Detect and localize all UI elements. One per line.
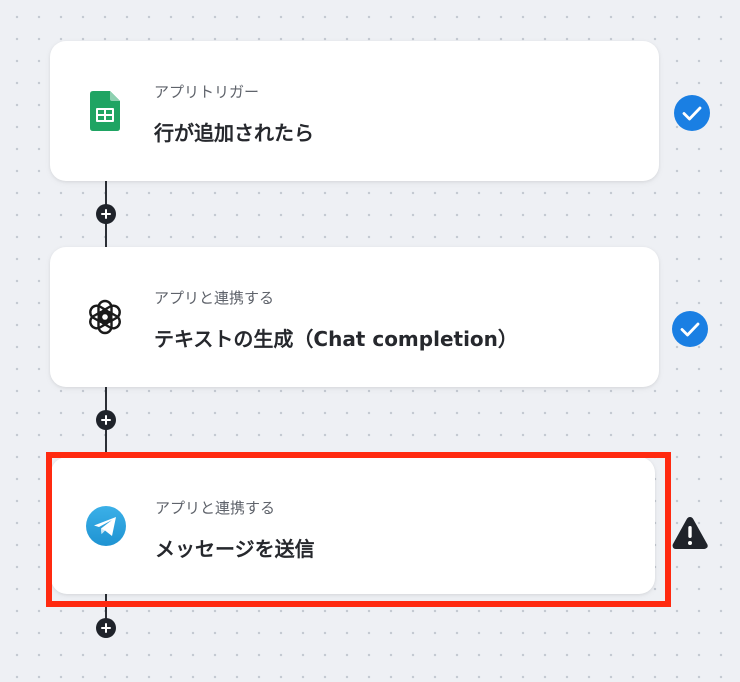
- google-sheets-icon: [84, 90, 126, 132]
- step-title: 行が追加されたら: [154, 121, 314, 145]
- add-step-button[interactable]: [96, 204, 116, 224]
- step-app-label: アプリトリガー: [154, 83, 260, 101]
- telegram-icon: [85, 505, 127, 547]
- step-title: テキストの生成（Chat completion）: [154, 327, 518, 351]
- add-step-button[interactable]: [96, 618, 116, 638]
- flow-step-card-trigger[interactable]: アプリトリガー 行が追加されたら: [50, 41, 659, 181]
- openai-icon: [84, 296, 126, 338]
- flow-step-card-telegram[interactable]: アプリと連携する メッセージを送信: [51, 457, 655, 594]
- plus-icon: [101, 623, 111, 633]
- plus-icon: [101, 415, 111, 425]
- check-circle-icon: [671, 310, 709, 348]
- check-circle-icon: [673, 94, 711, 132]
- warning-triangle-icon: [671, 514, 709, 552]
- step-title: メッセージを送信: [155, 537, 315, 561]
- plus-icon: [101, 209, 111, 219]
- step-app-label: アプリと連携する: [154, 289, 275, 307]
- flow-step-card-openai[interactable]: アプリと連携する テキストの生成（Chat completion）: [50, 247, 659, 387]
- step-app-label: アプリと連携する: [155, 499, 276, 517]
- add-step-button[interactable]: [96, 410, 116, 430]
